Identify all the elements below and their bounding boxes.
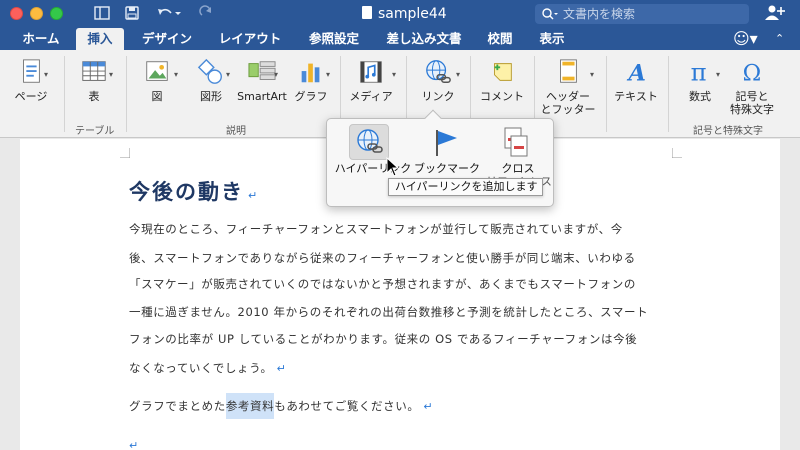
group-label-symbols: 記号と特殊文字	[693, 126, 763, 137]
svg-text:Ω: Ω	[743, 60, 762, 86]
picture-button[interactable]: 図	[136, 58, 178, 103]
ribbon-separator	[668, 56, 669, 132]
tab-view[interactable]: 表示	[532, 28, 572, 50]
paragraph-line[interactable]: 今現在のところ、フィーチャーフォンとスマートフォンが並行して販売されていますが、…	[129, 216, 623, 243]
mouse-cursor-icon	[386, 157, 400, 177]
picture-icon	[146, 61, 168, 81]
link-globe-icon	[426, 60, 451, 84]
svg-text:A: A	[627, 60, 646, 86]
equation-button[interactable]: π 数式	[678, 58, 722, 103]
paragraph-2[interactable]: グラフでまとめた参考資料もあわせてご覧ください。 ↵	[129, 393, 433, 420]
paragraph-last-line[interactable]: なくなっていくでしょう。 ↵	[129, 355, 286, 382]
feedback-smiley-icon[interactable]: ☺▾	[733, 28, 758, 50]
media-button[interactable]: メディア	[344, 58, 398, 103]
tab-design[interactable]: デザイン	[134, 28, 200, 50]
selected-text[interactable]: 参考資料	[225, 393, 275, 419]
link-button[interactable]: リンク	[414, 58, 462, 103]
empty-paragraph[interactable]: ↵	[129, 432, 139, 450]
search-input[interactable]: 文書内を検索	[535, 4, 749, 24]
search-icon	[541, 4, 559, 30]
pi-icon: π	[691, 58, 707, 86]
paragraph-line[interactable]: 後、スマートフォンでありながら従来のフィーチャーフォンと使い勝手が同じ端末、いわ…	[129, 245, 636, 272]
title-bar: sample44 文書内を検索	[0, 0, 800, 28]
text-button[interactable]: A テキスト	[612, 58, 660, 103]
header-footer-icon	[560, 59, 577, 83]
table-icon	[82, 61, 106, 81]
ribbon-separator	[606, 56, 607, 132]
paragraph-mark: ↵	[276, 362, 287, 375]
shapes-button[interactable]: 図形	[190, 58, 232, 103]
margin-corner-mark	[672, 148, 682, 158]
document-title: sample44	[362, 5, 447, 23]
collapse-ribbon-icon[interactable]: ⌃	[775, 28, 784, 50]
close-window-button[interactable]	[10, 7, 23, 20]
redo-icon[interactable]	[199, 5, 213, 26]
share-person-icon[interactable]	[764, 4, 786, 26]
shapes-icon	[197, 58, 222, 84]
comment-icon	[494, 63, 512, 81]
tab-home[interactable]: ホーム	[12, 28, 70, 50]
header-footer-button[interactable]: ヘッダー とフッター	[538, 58, 598, 116]
ribbon-separator	[64, 56, 65, 132]
paragraph-mark: ↵	[129, 439, 139, 450]
group-label-table: テーブル	[75, 126, 115, 137]
paragraph-line[interactable]: フォンの比率が UP していることがわかります。従来の OS であるフィーチャー…	[129, 326, 637, 353]
minimize-window-button[interactable]	[30, 7, 43, 20]
hyperlink-icon	[357, 129, 383, 153]
smartart-button[interactable]: SmartArt	[236, 58, 288, 103]
comment-button[interactable]: コメント	[476, 58, 528, 103]
paragraph-line[interactable]: 「スマケー」が販売されていくのではないかと予想されますが、あくまでもスマートフォ…	[129, 271, 636, 298]
paragraph-line[interactable]: 一種に過ぎません。2010 年からのそれぞれの出荷台数推移と予測を統計したところ…	[129, 299, 648, 326]
omega-icon: Ω	[743, 60, 762, 86]
sidebar-toggle-icon[interactable]	[94, 5, 110, 26]
chart-icon	[301, 63, 320, 83]
svg-text:π: π	[691, 58, 707, 86]
paragraph-mark: ↵	[248, 189, 260, 202]
chart-button[interactable]: グラフ	[292, 58, 330, 103]
table-button[interactable]: 表	[74, 58, 114, 103]
save-icon[interactable]	[124, 5, 140, 26]
margin-corner-mark	[120, 148, 130, 158]
ribbon-tabs: ホーム 挿入 デザイン レイアウト 参照設定 差し込み文書 校閲 表示 ☺▾ ⌃	[0, 28, 800, 50]
document-icon	[362, 6, 372, 19]
group-label-illustrations: 説明	[226, 126, 246, 137]
tooltip: ハイパーリンクを追加します	[388, 178, 543, 196]
undo-icon[interactable]	[156, 5, 182, 26]
symbol-button[interactable]: Ω 記号と 特殊文字	[726, 58, 778, 116]
bookmark-flag-icon	[436, 130, 457, 156]
ribbon-separator	[126, 56, 127, 132]
cross-reference-icon	[504, 127, 528, 157]
tab-insert[interactable]: 挿入	[76, 28, 124, 50]
text-icon: A	[627, 60, 646, 86]
tab-review[interactable]: 校閲	[480, 28, 520, 50]
document-heading[interactable]: 今後の動き ↵	[129, 176, 259, 206]
page-icon	[23, 59, 40, 83]
media-icon	[360, 61, 382, 83]
tab-layout[interactable]: レイアウト	[212, 28, 288, 50]
zoom-window-button[interactable]	[50, 7, 63, 20]
tab-references[interactable]: 参照設定	[300, 28, 368, 50]
page-button[interactable]: ページ	[10, 58, 52, 103]
paragraph-mark: ↵	[423, 400, 434, 413]
tab-mailings[interactable]: 差し込み文書	[380, 28, 468, 50]
